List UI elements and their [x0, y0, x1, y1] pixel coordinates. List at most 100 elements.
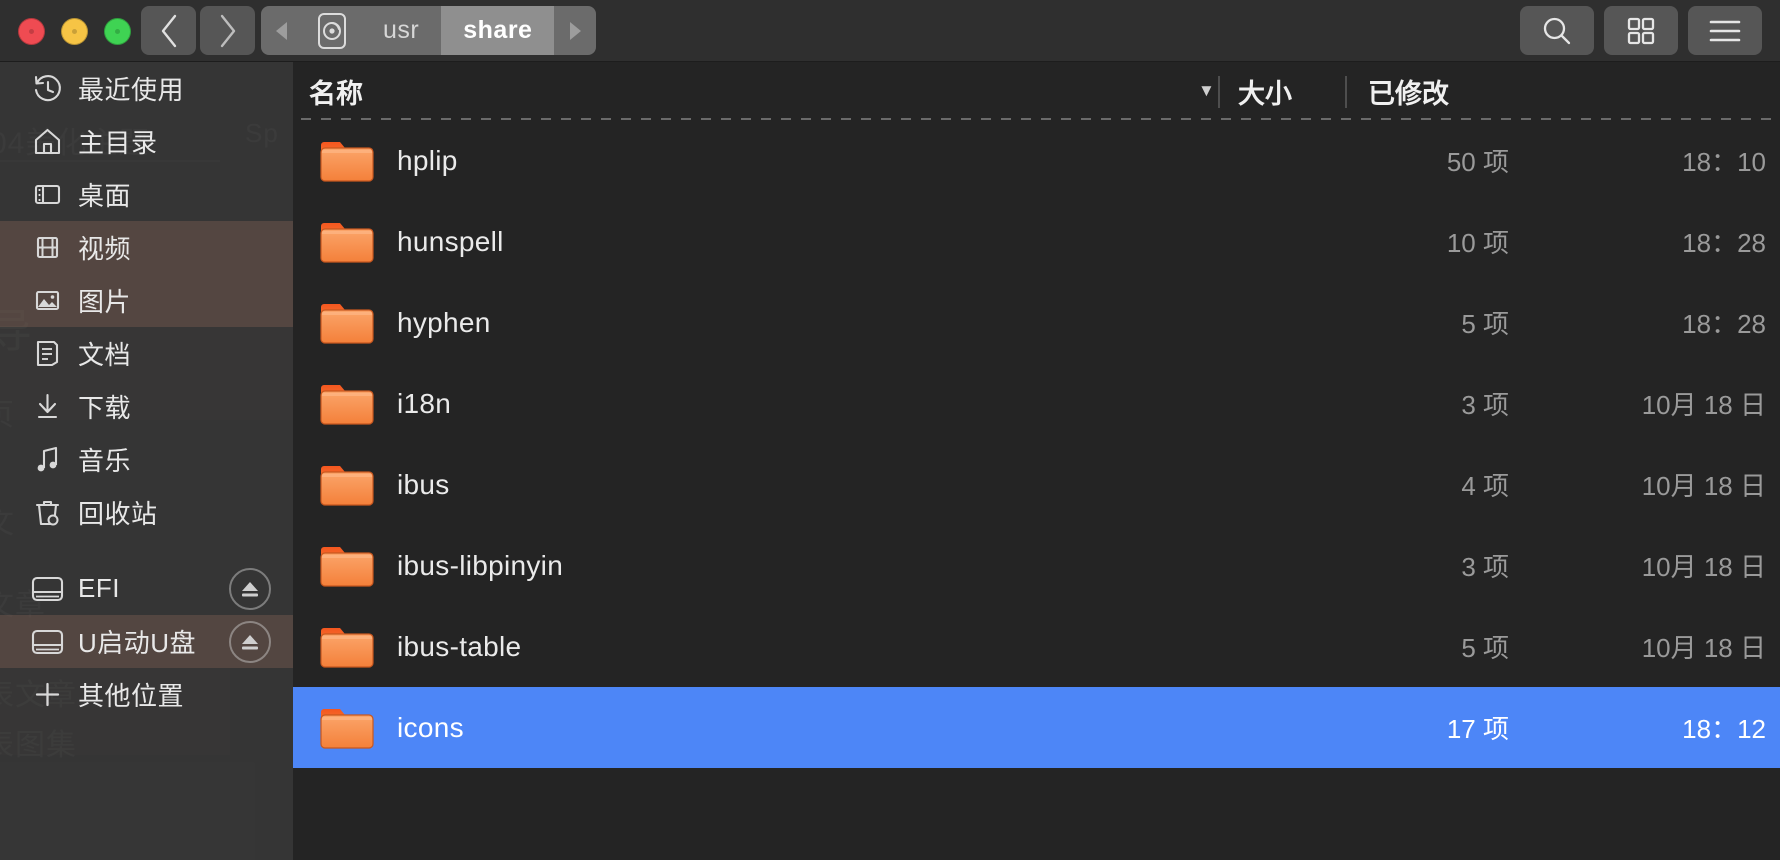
file-size: 50 项 [1446, 147, 1509, 177]
file-modified: 10月 18 日 [1641, 471, 1766, 501]
file-modified: 10月 18 日 [1641, 633, 1766, 663]
file-size: 10 项 [1446, 228, 1509, 258]
sort-descending-icon[interactable]: ▼ [1198, 81, 1215, 101]
minimize-button[interactable] [61, 18, 88, 45]
eject-icon [242, 634, 258, 649]
table-row[interactable]: hunspell 10 项 18：28 [293, 201, 1780, 282]
folder-icon [319, 461, 375, 508]
disk-icon [318, 12, 346, 49]
sidebar-item-trash[interactable]: 回收站 [0, 486, 293, 539]
back-button[interactable] [141, 6, 196, 55]
file-name: ibus-table [397, 630, 522, 662]
table-row[interactable]: icons 17 项 18：12 [293, 687, 1780, 768]
table-row[interactable]: ibus-table 5 项 10月 18 日 [293, 606, 1780, 687]
table-row[interactable]: hyphen 5 项 18：28 [293, 282, 1780, 363]
sidebar-item-label: 主目录 [78, 128, 158, 158]
file-modified: 10月 18 日 [1641, 390, 1766, 420]
sidebar-separator [0, 539, 293, 562]
column-header-modified[interactable]: 已修改 [1368, 72, 1449, 111]
file-size: 5 项 [1461, 309, 1509, 339]
table-row[interactable]: ibus 4 项 10月 18 日 [293, 444, 1780, 525]
sidebar-item-label: 文档 [78, 340, 132, 370]
sidebar-item-desktop[interactable]: 桌面 [0, 168, 293, 221]
file-rows: hplip 50 项 18：10 hunspell 10 项 18：28 hyp… [293, 120, 1780, 768]
picture-icon [30, 284, 64, 318]
column-headers: 名称 ▼ 大小 已修改 [293, 62, 1780, 120]
eject-icon [242, 581, 258, 596]
recent-clock-icon [30, 72, 64, 106]
file-name: icons [397, 711, 464, 743]
sidebar-item-usb-drive[interactable]: U启动U盘 [0, 615, 293, 668]
chevron-left-icon [161, 14, 176, 47]
forward-button[interactable] [200, 6, 255, 55]
column-divider [1218, 76, 1220, 108]
column-header-name[interactable]: 名称 [309, 72, 363, 111]
desktop-icon [30, 178, 64, 212]
breadcrumb-prev-button[interactable] [261, 6, 303, 55]
file-modified: 10月 18 日 [1641, 552, 1766, 582]
sidebar: 最近使用 主目录 桌面 视频 图片 文档 下载 音乐 回收站 EFI U启动U盘… [0, 62, 293, 860]
sidebar-item-label: 回收站 [78, 499, 158, 529]
search-icon [1543, 17, 1571, 44]
sidebar-item-label: U启动U盘 [78, 628, 197, 658]
music-note-icon [30, 443, 64, 477]
column-header-size[interactable]: 大小 [1238, 72, 1292, 111]
table-row[interactable]: i18n 3 项 10月 18 日 [293, 363, 1780, 444]
sidebar-item-label: 音乐 [78, 446, 132, 476]
table-row[interactable]: ibus-libpinyin 3 项 10月 18 日 [293, 525, 1780, 606]
titlebar: usr share [0, 0, 1780, 62]
breadcrumb-item-root[interactable] [303, 6, 361, 55]
video-film-icon [30, 231, 64, 265]
folder-icon [319, 623, 375, 670]
triangle-right-icon [570, 21, 582, 40]
sidebar-item-pictures[interactable]: 图片 [0, 274, 293, 327]
chevron-right-icon [220, 14, 235, 47]
folder-icon [319, 704, 375, 751]
triangle-left-icon [276, 21, 287, 40]
file-modified: 18：28 [1682, 228, 1766, 258]
file-name: hplip [397, 144, 458, 176]
sidebar-item-home[interactable]: 主目录 [0, 115, 293, 168]
hamburger-menu-icon [1709, 20, 1741, 41]
file-name: hunspell [397, 225, 504, 257]
file-size: 3 项 [1461, 552, 1509, 582]
file-name: ibus [397, 468, 450, 500]
file-modified: 18：10 [1682, 147, 1766, 177]
toolbar-right [1520, 6, 1762, 55]
drive-icon [30, 625, 64, 659]
plus-icon [30, 678, 64, 712]
navigation-buttons [141, 6, 255, 55]
sidebar-item-other-locations[interactable]: 其他位置 [0, 668, 293, 721]
home-icon [30, 125, 64, 159]
column-divider [1345, 76, 1347, 108]
breadcrumb: usr share [261, 6, 597, 55]
sidebar-item-videos[interactable]: 视频 [0, 221, 293, 274]
file-name: ibus-libpinyin [397, 549, 564, 581]
sidebar-item-documents[interactable]: 文档 [0, 327, 293, 380]
file-size: 4 项 [1461, 471, 1509, 501]
close-button[interactable] [18, 18, 45, 45]
sidebar-item-label: 图片 [78, 287, 132, 317]
maximize-button[interactable] [104, 18, 131, 45]
search-button[interactable] [1520, 6, 1594, 55]
breadcrumb-item-usr[interactable]: usr [361, 6, 441, 55]
sidebar-item-downloads[interactable]: 下载 [0, 380, 293, 433]
breadcrumb-item-share[interactable]: share [441, 6, 555, 55]
file-size: 3 项 [1461, 390, 1509, 420]
view-grid-button[interactable] [1604, 6, 1678, 55]
sidebar-item-label: EFI [78, 573, 120, 603]
folder-icon [319, 542, 375, 589]
sidebar-item-efi[interactable]: EFI [0, 562, 293, 615]
breadcrumb-next-button[interactable] [554, 6, 596, 55]
sidebar-item-label: 桌面 [78, 181, 132, 211]
sidebar-item-music[interactable]: 音乐 [0, 433, 293, 486]
eject-button-usb[interactable] [229, 620, 271, 663]
sidebar-item-label: 视频 [78, 234, 132, 264]
main-menu-button[interactable] [1688, 6, 1762, 55]
folder-icon [319, 218, 375, 265]
sidebar-item-recent[interactable]: 最近使用 [0, 62, 293, 115]
table-row[interactable]: hplip 50 项 18：10 [293, 120, 1780, 201]
eject-button-efi[interactable] [229, 567, 271, 610]
file-modified: 18：12 [1682, 714, 1766, 744]
folder-icon [319, 299, 375, 346]
